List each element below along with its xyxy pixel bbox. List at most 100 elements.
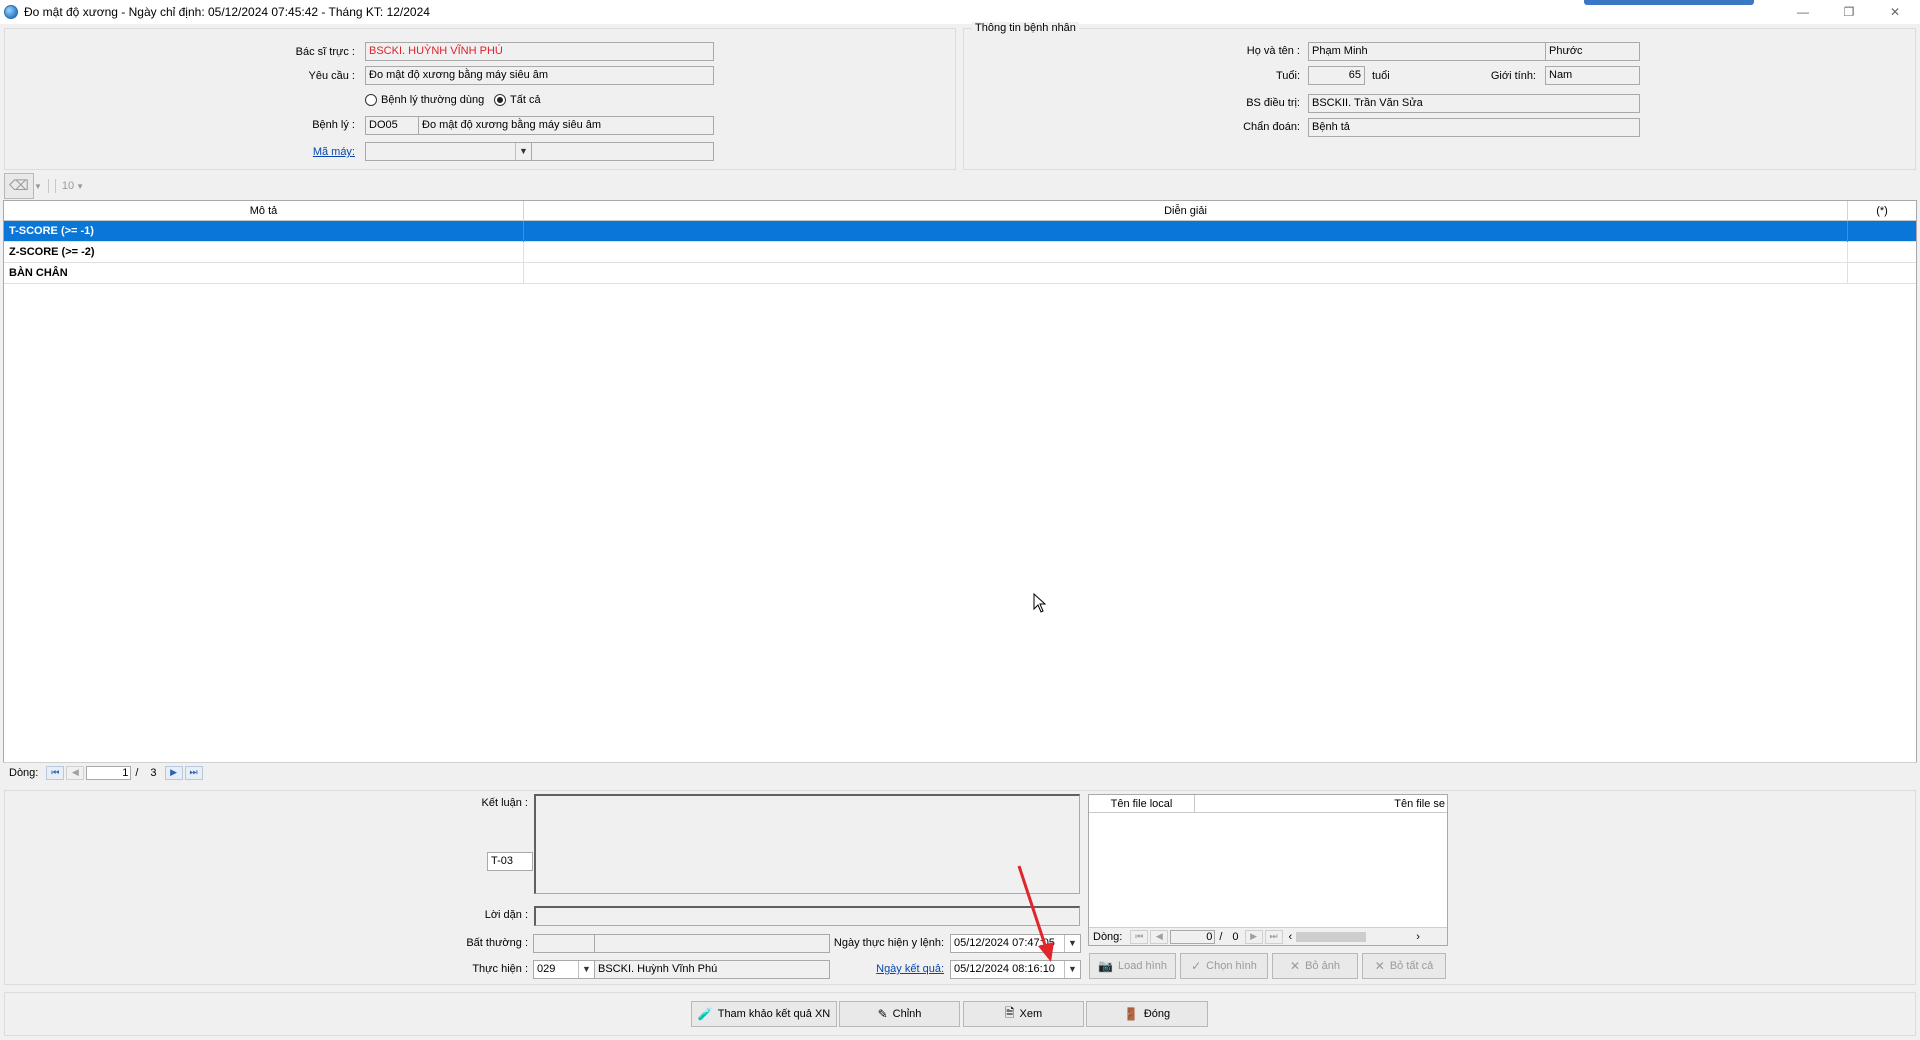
- toolbar-separator: [54, 179, 56, 193]
- abnormal-label: Bất thường :: [466, 937, 528, 949]
- nav-current-input[interactable]: 1: [86, 765, 132, 780]
- machine-name-field: [531, 142, 714, 161]
- annotation-arrow-icon: [1017, 865, 1054, 962]
- row-flag[interactable]: [1848, 221, 1916, 242]
- table-row[interactable]: Z-SCORE (>= -2): [4, 242, 1916, 263]
- last-file-icon[interactable]: ⏭: [1264, 929, 1283, 944]
- row-description[interactable]: Z-SCORE (>= -2): [4, 242, 524, 263]
- image-icon: 📷: [1098, 959, 1113, 973]
- row-flag[interactable]: [1848, 242, 1916, 263]
- radio-common-diseases[interactable]: Bệnh lý thường dùng: [365, 94, 484, 106]
- file-list[interactable]: Tên file local Tên file se Dòng: ⏮ ◀ 0 /…: [1088, 794, 1448, 946]
- result-date-link[interactable]: Ngày kết quả:: [820, 963, 944, 975]
- eraser-icon[interactable]: ⌫: [4, 173, 34, 199]
- window-title: Đo mật độ xương - Ngày chỉ định: 05/12/2…: [24, 5, 430, 19]
- patient-last-name-field: Phước: [1545, 42, 1640, 61]
- file-nav-separator: /: [1219, 930, 1223, 943]
- edit-label: Chỉnh: [892, 1008, 922, 1020]
- conclusion-textarea[interactable]: [534, 794, 1080, 894]
- lab-icon: 🧪: [697, 1007, 713, 1021]
- performer-code-select[interactable]: 029 ▼: [533, 960, 595, 979]
- diagnosis-label: Chẩn đoán:: [1243, 121, 1300, 133]
- table-row[interactable]: BÀN CHÂN: [4, 263, 1916, 284]
- doctor-field[interactable]: BSCKI. HUỲNH VĨNH PHÚ: [365, 42, 714, 61]
- nav-separator: /: [135, 766, 139, 779]
- disease-label: Bệnh lý :: [312, 119, 355, 131]
- load-image-button[interactable]: 📷 Load hình: [1089, 953, 1176, 979]
- close-button[interactable]: 🚪 Đóng: [1086, 1001, 1208, 1027]
- abnormal-code-field[interactable]: [533, 934, 595, 953]
- column-header-server-file[interactable]: Tên file se: [1394, 795, 1445, 813]
- prev-file-icon[interactable]: ◀: [1150, 929, 1169, 944]
- doctor-label: Bác sĩ trực :: [295, 46, 355, 58]
- horizontal-scrollbar[interactable]: [1296, 931, 1367, 942]
- app-icon: [4, 5, 18, 19]
- edit-icon: ✎: [877, 1007, 888, 1021]
- abnormal-name-field[interactable]: [594, 934, 830, 953]
- remove-icon: ✕: [1290, 959, 1301, 973]
- last-record-icon[interactable]: ⏭: [184, 765, 203, 780]
- nav-total: 3: [150, 766, 157, 779]
- next-file-icon[interactable]: ▶: [1244, 929, 1263, 944]
- first-file-icon[interactable]: ⏮: [1130, 929, 1149, 944]
- gender-field: Nam: [1545, 66, 1640, 85]
- radio-common-label: Bệnh lý thường dùng: [381, 94, 485, 106]
- exit-door-icon: 🚪: [1123, 1007, 1139, 1021]
- remove-all-icon: ✕: [1374, 959, 1385, 973]
- treating-doctor-label: BS điều trị:: [1246, 97, 1300, 109]
- close-icon[interactable]: ✕: [1872, 0, 1918, 24]
- scroll-left-icon[interactable]: ‹: [1289, 931, 1293, 943]
- choose-image-button[interactable]: ✓ Chọn hình: [1180, 953, 1268, 979]
- row-description[interactable]: BÀN CHÂN: [4, 263, 524, 284]
- column-header-local-file[interactable]: Tên file local: [1089, 795, 1195, 813]
- row-interpretation[interactable]: [524, 221, 1848, 242]
- radio-on-icon: [494, 94, 506, 106]
- format-toolbar: ▼ B I U ⌫ 10 ▼: [4, 173, 84, 199]
- minimize-icon[interactable]: —: [1780, 0, 1826, 24]
- row-description[interactable]: T-SCORE (>= -1): [4, 221, 524, 242]
- action-bar: [4, 992, 1916, 1036]
- disease-name-field[interactable]: Đo mật độ xương bằng máy siêu âm: [418, 116, 714, 135]
- grid-navigator: Dòng: ⏮ ◀ 1 / 3 ▶ ⏭: [3, 762, 1917, 782]
- row-interpretation[interactable]: [524, 242, 1848, 263]
- remove-image-button[interactable]: ✕ Bỏ ảnh: [1272, 953, 1358, 979]
- chevron-down-icon[interactable]: ▼: [515, 143, 531, 160]
- request-label: Yêu cầu :: [308, 70, 355, 82]
- chevron-down-icon[interactable]: ▼: [1064, 961, 1080, 978]
- color-dropdown-icon[interactable]: ▼: [34, 182, 42, 191]
- disease-code-field[interactable]: DO05: [365, 116, 419, 135]
- scroll-right-icon[interactable]: ›: [1416, 931, 1420, 943]
- column-header-interpretation[interactable]: Diễn giải: [524, 201, 1848, 221]
- reference-lab-results-button[interactable]: 🧪 Tham khảo kết quả XN: [691, 1001, 837, 1027]
- age-field: 65: [1308, 66, 1365, 85]
- template-code-field[interactable]: T-03: [487, 852, 533, 871]
- edit-button[interactable]: ✎ Chỉnh: [839, 1001, 960, 1027]
- chevron-down-icon[interactable]: ▼: [1064, 935, 1080, 952]
- column-header-flag[interactable]: (*): [1848, 201, 1916, 221]
- first-record-icon[interactable]: ⏮: [46, 765, 65, 780]
- radio-all[interactable]: Tất cả: [494, 94, 541, 106]
- result-grid[interactable]: Mô tả Diễn giải (*) T-SCORE (>= -1) Z-SC…: [3, 200, 1917, 782]
- chevron-down-icon[interactable]: ▼: [578, 961, 594, 978]
- file-nav-current[interactable]: 0: [1170, 929, 1216, 944]
- restore-icon[interactable]: ❐: [1826, 0, 1872, 24]
- row-flag[interactable]: [1848, 263, 1916, 284]
- patient-group-caption: Thông tin bệnh nhân: [972, 22, 1079, 34]
- diagnosis-field: Bệnh tả: [1308, 118, 1640, 137]
- column-header-description[interactable]: Mô tả: [4, 201, 524, 221]
- advice-field[interactable]: [534, 906, 1080, 926]
- machine-code-select[interactable]: ▼: [365, 142, 532, 161]
- close-label: Đóng: [1143, 1008, 1171, 1020]
- remove-all-button[interactable]: ✕ Bỏ tất cả: [1362, 953, 1446, 979]
- file-nav-total: 0: [1232, 930, 1239, 943]
- machine-code-link[interactable]: Mã máy:: [250, 146, 355, 158]
- font-size-select[interactable]: 10: [62, 180, 74, 192]
- request-field[interactable]: Đo mật độ xương bằng máy siêu âm: [365, 66, 714, 85]
- view-button[interactable]: 🗎 Xem: [963, 1001, 1084, 1027]
- font-size-dropdown-icon[interactable]: ▼: [76, 182, 84, 191]
- table-row[interactable]: T-SCORE (>= -1): [4, 221, 1916, 242]
- prev-record-icon[interactable]: ◀: [66, 765, 85, 780]
- next-record-icon[interactable]: ▶: [164, 765, 183, 780]
- result-date-value: 05/12/2024 08:16:10: [954, 963, 1055, 975]
- row-interpretation[interactable]: [524, 263, 1848, 284]
